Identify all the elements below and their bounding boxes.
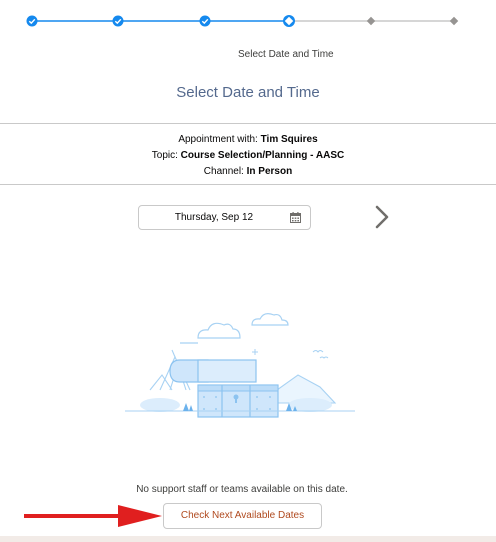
topic-value: Course Selection/Planning - AASC (180, 150, 345, 161)
empty-state-message: No support staff or teams available on t… (136, 484, 348, 495)
date-picker-input[interactable]: Thursday, Sep 12 (138, 205, 311, 230)
selected-date: Thursday, Sep 12 (174, 212, 254, 223)
topic-line: Topic: Course Selection/Planning - AASC (0, 150, 496, 161)
progress-indicator (26, 15, 459, 27)
calendar-icon[interactable] (290, 212, 301, 223)
progress-step-6[interactable] (449, 16, 459, 26)
progress-step-4-current[interactable] (283, 15, 295, 27)
next-date-chevron-right-icon[interactable] (372, 205, 392, 229)
appointment-with-value: Tim Squires (260, 134, 318, 145)
appointment-summary: Appointment with: Tim Squires Topic: Cou… (0, 123, 496, 185)
channel-line: Channel: In Person (0, 166, 496, 177)
progress-step-3[interactable] (199, 15, 211, 27)
progress-step-2[interactable] (112, 15, 124, 27)
appointment-with-label: Appointment with: (178, 134, 258, 145)
channel-value: In Person (246, 166, 293, 177)
progress-step-1[interactable] (26, 15, 38, 27)
cloud-icon (180, 313, 289, 344)
page-title: Select Date and Time (176, 84, 320, 101)
bird-icon (312, 350, 329, 359)
appointment-with-line: Appointment with: Tim Squires (0, 134, 496, 145)
current-step-label: Select Date and Time (238, 49, 334, 60)
annotation-arrow-icon (24, 505, 162, 527)
topic-label: Topic: (151, 150, 178, 161)
footer-strip (0, 536, 496, 542)
empty-state-illustration (125, 313, 355, 418)
check-next-available-dates-button[interactable]: Check Next Available Dates (163, 503, 322, 529)
channel-label: Channel: (203, 166, 244, 177)
progress-step-5[interactable] (366, 16, 376, 26)
